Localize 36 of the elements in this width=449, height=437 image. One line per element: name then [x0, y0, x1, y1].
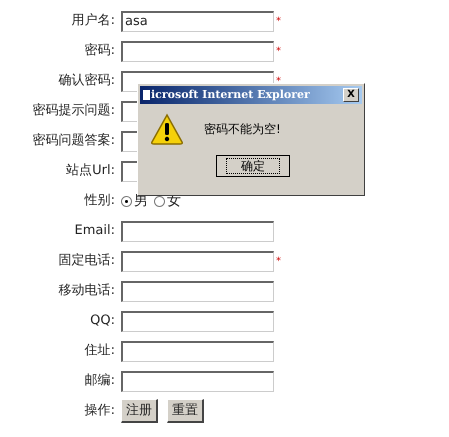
text-field[interactable] — [121, 340, 274, 362]
radio-button[interactable] — [121, 196, 132, 206]
form-button[interactable]: 重置 — [167, 399, 204, 423]
field-label: 固定电话: — [58, 252, 116, 270]
text-field[interactable] — [121, 40, 274, 62]
required-mark: * — [276, 14, 281, 28]
field-label: 密码提示问题: — [32, 102, 116, 120]
field-label: 站点Url: — [65, 162, 116, 180]
field-label: 邮编: — [84, 372, 116, 390]
text-field[interactable]: asa — [121, 10, 274, 32]
text-field[interactable] — [121, 370, 274, 392]
field-label: 用户名: — [70, 12, 116, 30]
text-field[interactable] — [121, 220, 274, 242]
required-mark: * — [276, 44, 281, 58]
dialog-title: icrosoft Internet Explorer — [151, 86, 310, 103]
text-field[interactable] — [121, 250, 274, 272]
required-mark: * — [276, 254, 281, 268]
field-label: Email: — [74, 222, 116, 240]
field-label: 性别: — [83, 192, 116, 210]
field-label: 操作: — [84, 402, 116, 420]
ok-button[interactable]: 确定 — [216, 155, 290, 177]
text-field[interactable] — [121, 280, 274, 302]
field-label: 住址: — [84, 342, 116, 360]
field-label: 密码问题答案: — [32, 132, 116, 150]
close-button[interactable]: X — [343, 88, 359, 102]
form-button[interactable]: 注册 — [121, 399, 158, 423]
field-label: 密码: — [84, 42, 116, 60]
dialog-message: 密码不能为空! — [204, 121, 281, 138]
field-label: 移动电话: — [58, 282, 116, 300]
radio-button[interactable] — [154, 196, 165, 206]
required-mark: * — [276, 74, 281, 88]
field-label: 确认密码: — [58, 72, 116, 90]
field-label: QQ: — [89, 312, 116, 330]
text-field[interactable] — [121, 310, 274, 332]
app-icon — [143, 90, 150, 100]
warning-icon — [150, 113, 184, 145]
